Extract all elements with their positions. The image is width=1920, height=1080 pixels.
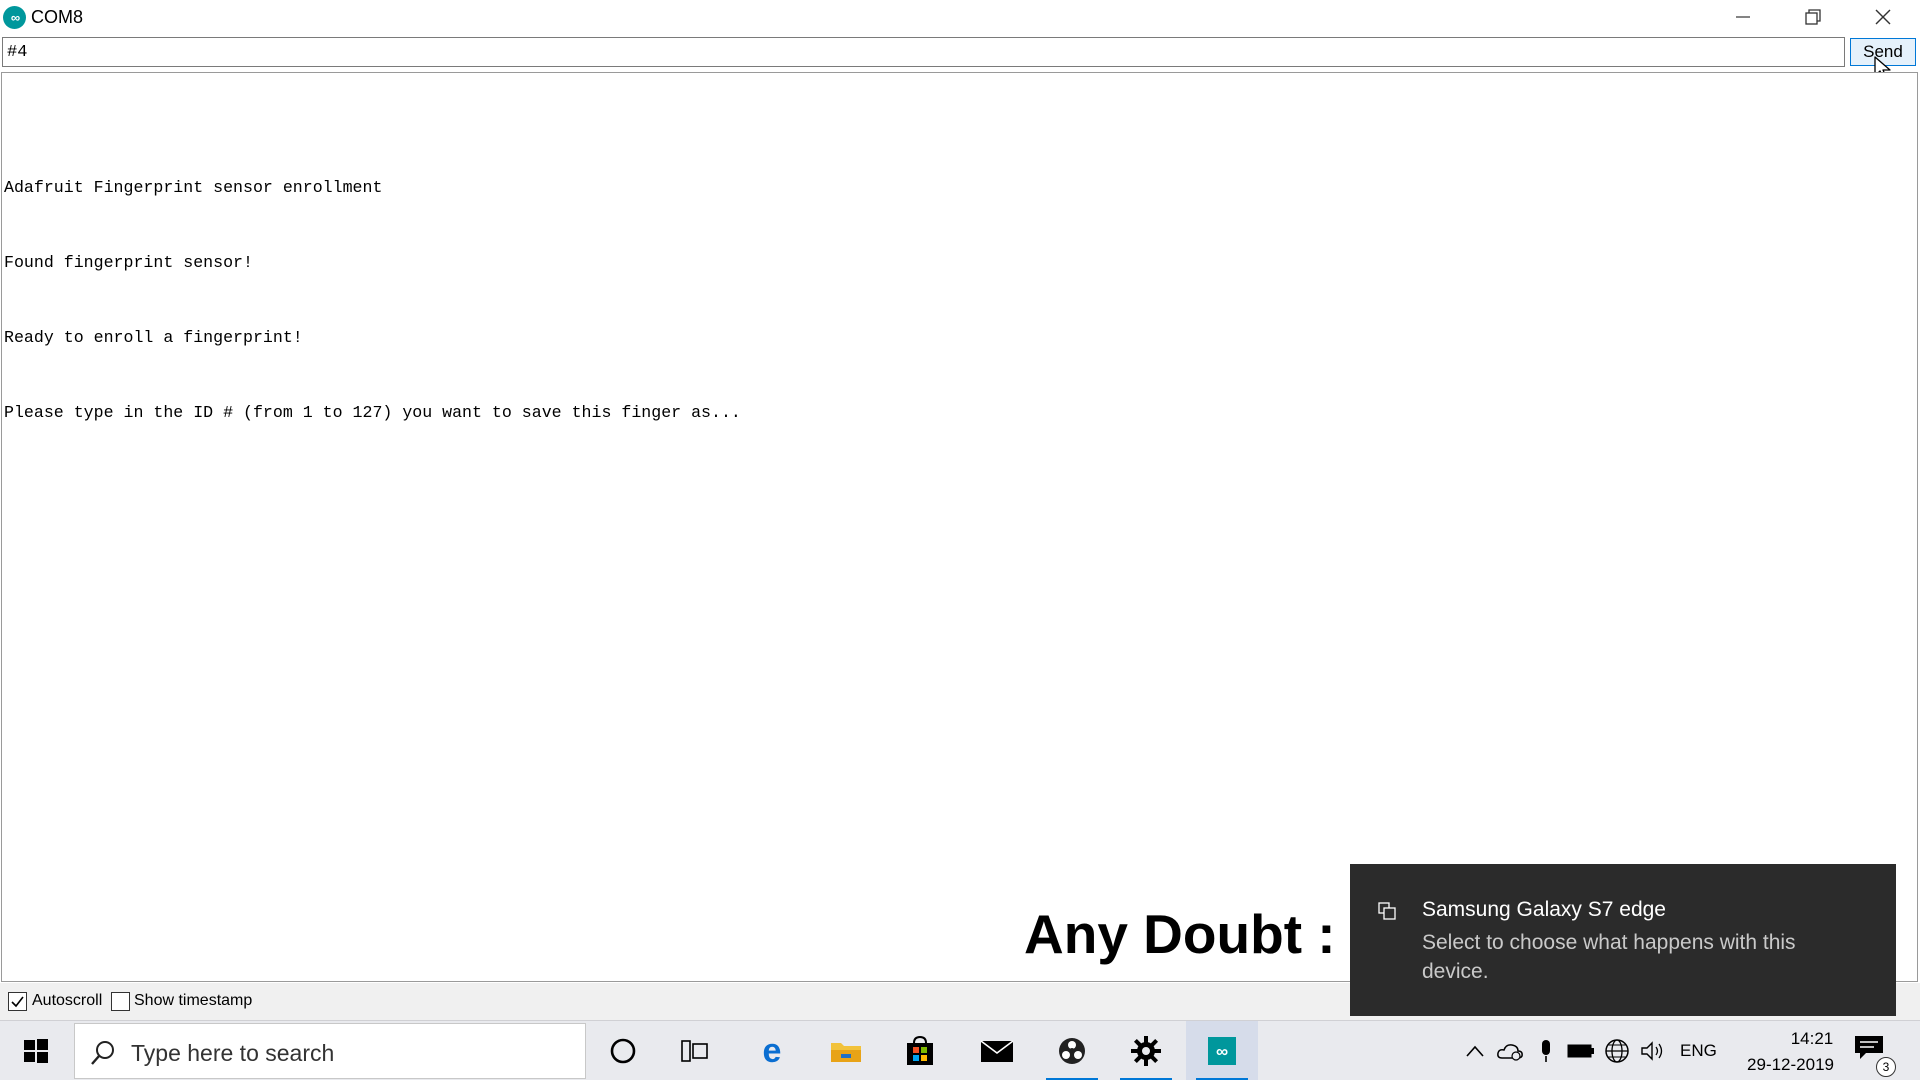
task-view-icon — [681, 1040, 708, 1062]
clock-time[interactable]: 14:21 — [1760, 1029, 1864, 1049]
start-button[interactable] — [0, 1021, 72, 1080]
obs-button[interactable] — [1036, 1021, 1108, 1080]
input-language-indicator[interactable]: ENG — [1680, 1041, 1717, 1061]
mail-icon — [980, 1040, 1014, 1062]
checkmark-icon — [11, 996, 24, 1008]
cloud-sync-icon — [1497, 1044, 1523, 1061]
search-icon — [91, 1041, 114, 1065]
title-bar: ∞ COM8 — [0, 0, 1920, 34]
chevron-up-icon — [1466, 1045, 1484, 1057]
battery-icon — [1567, 1044, 1594, 1058]
file-explorer-icon — [831, 1043, 861, 1062]
minimize-button[interactable] — [1708, 0, 1778, 34]
output-line: Adafruit Fingerprint sensor enrollment — [4, 178, 383, 197]
toast-title: Samsung Galaxy S7 edge — [1422, 898, 1666, 921]
cortana-icon — [610, 1038, 636, 1064]
show-hidden-icons-button[interactable] — [1460, 1037, 1490, 1065]
settings-icon — [1131, 1036, 1161, 1066]
search-placeholder: Type here to search — [131, 1040, 335, 1066]
edge-icon: e — [763, 1035, 782, 1067]
microphone-icon — [1542, 1040, 1550, 1062]
svg-text:∞: ∞ — [1216, 1042, 1228, 1061]
minimize-icon — [1736, 16, 1750, 18]
arduino-logo-icon: ∞ — [3, 6, 26, 29]
onedrive-tray-button[interactable] — [1495, 1037, 1525, 1065]
serial-output-area[interactable]: Adafruit Fingerprint sensor enrollment F… — [1, 72, 1918, 982]
restore-button[interactable] — [1778, 0, 1848, 34]
output-line: Please type in the ID # (from 1 to 127) … — [4, 403, 741, 422]
taskbar-search-box[interactable]: Type here to search — [74, 1023, 586, 1079]
device-icon — [1378, 902, 1396, 920]
task-view-button[interactable] — [659, 1021, 731, 1080]
output-line: Found fingerprint sensor! — [4, 253, 253, 272]
show-timestamp-label: Show timestamp — [134, 992, 253, 1009]
close-icon — [1875, 9, 1891, 25]
notification-count-badge: 3 — [1876, 1057, 1896, 1077]
toast-body: Select to choose what happens with this … — [1422, 931, 1796, 983]
autoscroll-label: Autoscroll — [32, 992, 103, 1009]
autoscroll-checkbox[interactable] — [8, 992, 27, 1011]
microphone-tray-button[interactable] — [1531, 1037, 1561, 1065]
show-timestamp-checkbox[interactable] — [111, 992, 130, 1011]
window-title: COM8 — [31, 7, 84, 27]
close-button[interactable] — [1848, 0, 1918, 34]
arduino-button[interactable]: ∞ — [1186, 1021, 1258, 1080]
clock-date[interactable]: 29-12-2019 — [1730, 1055, 1834, 1075]
taskbar: Type here to search e ∞ ENG 14:21 29-12-… — [0, 1020, 1920, 1080]
network-tray-button[interactable] — [1602, 1037, 1632, 1065]
restore-icon — [1805, 9, 1821, 25]
svg-text:e: e — [763, 1035, 782, 1067]
settings-button[interactable] — [1110, 1021, 1182, 1080]
file-explorer-button[interactable] — [810, 1021, 882, 1080]
obs-icon — [1059, 1038, 1085, 1064]
store-icon — [907, 1035, 933, 1065]
globe-icon — [1605, 1039, 1629, 1063]
video-overlay-caption: Any Doubt : 95 — [1024, 904, 1350, 965]
toast-notification[interactable]: Samsung Galaxy S7 edge Select to choose … — [1350, 864, 1896, 1016]
cortana-button[interactable] — [587, 1021, 659, 1080]
mail-button[interactable] — [961, 1021, 1033, 1080]
store-button[interactable] — [884, 1021, 956, 1080]
edge-button[interactable]: e — [736, 1021, 808, 1080]
serial-output-text: Adafruit Fingerprint sensor enrollment F… — [4, 125, 741, 475]
volume-tray-button[interactable] — [1638, 1037, 1668, 1065]
speaker-icon — [1641, 1041, 1663, 1061]
serial-send-input[interactable] — [2, 37, 1845, 67]
output-line: Ready to enroll a fingerprint! — [4, 328, 303, 347]
battery-tray-button[interactable] — [1566, 1037, 1596, 1065]
arduino-icon: ∞ — [1208, 1037, 1236, 1065]
windows-logo-icon — [24, 1039, 48, 1063]
